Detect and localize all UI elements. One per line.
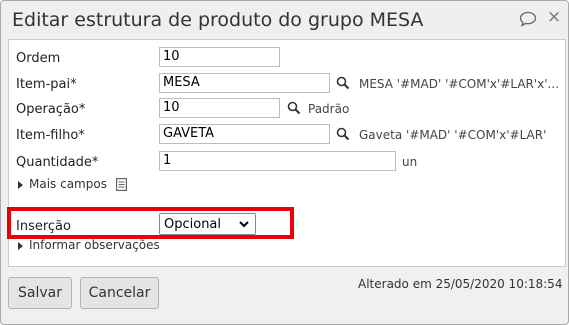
insercao-label: Inserção (16, 219, 71, 234)
search-icon[interactable] (336, 76, 350, 90)
item-filho-row: Item-filho* GAVETA Gaveta '#MAD' '#COM'x… (9, 124, 565, 146)
ordem-row: Ordem 10 (9, 47, 565, 69)
expand-triangle-icon (18, 180, 23, 189)
insercao-selected-value: Opcional (164, 217, 222, 232)
search-icon[interactable] (336, 127, 350, 141)
form-panel: Ordem 10 Item-pai* MESA MESA '#MAD' '#CO… (8, 39, 566, 267)
document-icon (115, 178, 127, 192)
edit-structure-dialog: Editar estrutura de produto do grupo MES… (0, 0, 569, 325)
insercao-select[interactable]: Opcional (159, 213, 256, 235)
informar-observacoes-toggle[interactable]: Informar observações (18, 238, 160, 252)
dialog-title: Editar estrutura de produto do grupo MES… (12, 9, 424, 31)
cancel-button[interactable]: Cancelar (80, 277, 159, 309)
search-icon[interactable] (287, 101, 301, 115)
item-filho-input[interactable]: GAVETA (159, 124, 330, 144)
operacao-input[interactable]: 10 (159, 98, 280, 118)
item-filho-label: Item-filho* (16, 128, 85, 143)
chevron-down-icon (239, 221, 249, 228)
item-filho-description: Gaveta '#MAD' '#COM'x'#LAR' (359, 128, 547, 142)
item-pai-input[interactable]: MESA (159, 73, 330, 93)
item-pai-row: Item-pai* MESA MESA '#MAD' '#COM'x'#LAR'… (9, 73, 565, 95)
item-pai-description: MESA '#MAD' '#COM'x'#LAR'x'... (359, 77, 560, 91)
dialog-titlebar: Editar estrutura de produto do grupo MES… (1, 1, 568, 39)
insercao-row: Inserção Opcional (9, 213, 565, 235)
ordem-input[interactable]: 10 (159, 47, 280, 67)
informar-observacoes-label: Informar observações (29, 238, 160, 252)
operacao-description: Padrão (308, 102, 350, 116)
operacao-label: Operação* (16, 102, 86, 117)
mais-campos-label: Mais campos (29, 177, 107, 191)
expand-triangle-icon (18, 241, 23, 250)
mais-campos-toggle[interactable]: Mais campos (18, 177, 127, 192)
quantidade-unit: un (402, 155, 418, 169)
quantidade-input[interactable]: 1 (159, 151, 396, 171)
close-icon[interactable]: × (547, 9, 561, 26)
save-button[interactable]: Salvar (8, 277, 72, 309)
chat-bubble-icon[interactable] (519, 11, 537, 27)
ordem-label: Ordem (16, 51, 61, 66)
quantidade-label: Quantidade* (16, 155, 99, 170)
operacao-row: Operação* 10 Padrão (9, 98, 565, 120)
item-pai-label: Item-pai* (16, 77, 77, 92)
quantidade-row: Quantidade* 1 un (9, 151, 565, 173)
last-modified-text: Alterado em 25/05/2020 10:18:54 (358, 277, 563, 291)
